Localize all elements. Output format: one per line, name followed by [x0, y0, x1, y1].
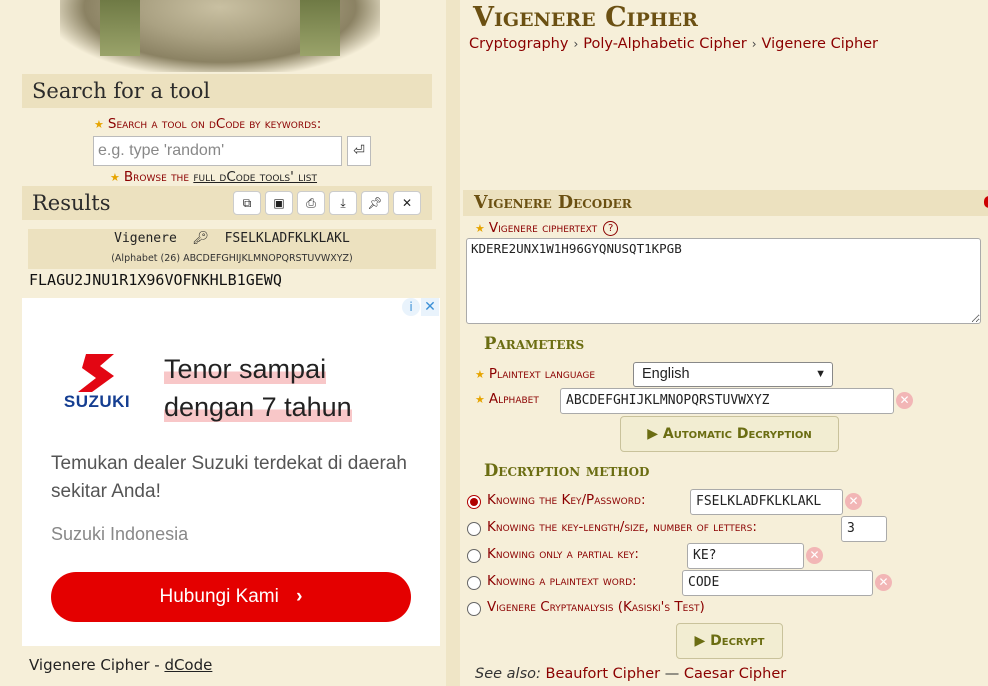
- print-icon[interactable]: ⎙: [297, 191, 325, 215]
- chevron-down-icon: ▼: [815, 368, 826, 380]
- language-select[interactable]: English ▼: [633, 362, 833, 387]
- ad-headline-line: Tenor sampai: [164, 354, 327, 384]
- ciphertext-label: ★ Vigenere ciphertext?: [475, 220, 619, 236]
- page-title: Vigenere Cipher: [473, 2, 698, 33]
- method-radio-key[interactable]: [467, 495, 481, 509]
- method-label-kasiski[interactable]: Vigenere Cryptanalysis (Kasiski's Test): [487, 599, 705, 615]
- method-radio-key-length[interactable]: [467, 522, 481, 536]
- result-alphabet: (Alphabet (26) ABCDEFGHIJKLMNOPQRSTUVWXY…: [111, 253, 353, 264]
- clear-icon[interactable]: ✕: [845, 493, 862, 510]
- play-icon: ▶: [694, 633, 711, 649]
- see-also: See also: Beaufort Cipher — Caesar Ciphe…: [475, 666, 786, 682]
- browse-tools-line: ★ Browse the full dCode tools' list: [110, 169, 317, 185]
- play-icon: ▶: [647, 426, 663, 442]
- dcode-logo-image[interactable]: [60, 0, 380, 72]
- clear-icon[interactable]: ✕: [896, 392, 913, 409]
- key-icon: 🔑︎: [184, 231, 217, 246]
- ad-headline-line: dengan 7 tahun: [164, 392, 352, 422]
- chevron-right-icon: ›: [296, 586, 303, 607]
- decryption-method-heading: Decryption method: [484, 461, 650, 480]
- enter-icon[interactable]: ⏎: [347, 136, 371, 166]
- ad-headline[interactable]: Tenor sampai dengan 7 tahun: [164, 350, 352, 426]
- search-input[interactable]: [93, 136, 342, 166]
- method-label-partial-key[interactable]: Knowing only a partial key:: [487, 546, 639, 562]
- key-input[interactable]: FSELKLADFKLKLAKL: [690, 489, 843, 515]
- logo-cylinder-band: [300, 0, 340, 56]
- ciphertext-label-text: Vigenere ciphertext: [488, 220, 598, 236]
- dcode-home-link[interactable]: dCode: [164, 656, 212, 674]
- browse-prefix: Browse the: [123, 169, 194, 185]
- result-key: FSELKLADFKLKLAKL: [224, 231, 350, 246]
- automatic-decryption-label: Automatic Decryption: [662, 426, 812, 442]
- decoder-header: Vigenere Decoder: [463, 190, 988, 216]
- clear-icon[interactable]: ✕: [875, 574, 892, 591]
- method-label-key[interactable]: Knowing the Key/Password:: [487, 492, 646, 508]
- breadcrumb-separator: ›: [751, 37, 757, 51]
- star-icon: ★: [475, 222, 485, 235]
- close-icon[interactable]: ✕: [421, 298, 439, 316]
- footer-title-text: Vigenere Cipher -: [29, 656, 165, 674]
- ad-brand: SUZUKI: [63, 392, 131, 411]
- beaufort-cipher-link[interactable]: Beaufort Cipher: [546, 666, 661, 682]
- alphabet-label-text: Alphabet: [488, 391, 539, 407]
- result-summary: Vigenere 🔑︎ FSELKLADFKLKLAKL: [28, 231, 436, 246]
- ciphertext-textarea[interactable]: KDERE2UNX1W1H96GYQNUSQT1KPGB: [466, 238, 981, 324]
- footer-title: Vigenere Cipher - dCode: [29, 656, 212, 674]
- method-radio-partial-key[interactable]: [467, 549, 481, 563]
- breadcrumb-item[interactable]: Poly-Alphabetic Cipher: [583, 36, 746, 52]
- method-radio-plaintext-word[interactable]: [467, 576, 481, 590]
- automatic-decryption-button[interactable]: ▶ Automatic Decryption: [620, 416, 839, 452]
- search-label: ★ Search a tool on dCode by keywords:: [94, 116, 321, 132]
- ad-cta-button[interactable]: Hubungi Kami ›: [51, 572, 411, 622]
- method-label-key-length[interactable]: Knowing the key-length/size, number of l…: [487, 519, 757, 535]
- plaintext-word-input[interactable]: CODE: [682, 570, 873, 596]
- download-icon[interactable]: ⤓: [329, 191, 357, 215]
- search-label-text: Search a tool on dCode by keywords:: [107, 116, 322, 132]
- key-length-input[interactable]: 3: [841, 516, 887, 542]
- ad-advertiser: Suzuki Indonesia: [51, 524, 189, 544]
- result-cipher-name: Vigenere: [114, 231, 177, 246]
- method-radio-kasiski[interactable]: [467, 602, 481, 616]
- pin-icon[interactable]: 📌︎: [361, 191, 389, 215]
- star-icon: ★: [94, 118, 104, 131]
- partial-key-input[interactable]: KE?: [687, 543, 804, 569]
- full-tools-list-link[interactable]: full dCode tools' list: [193, 169, 317, 185]
- close-icon[interactable]: ✕: [393, 191, 421, 215]
- language-selected: English: [642, 366, 690, 382]
- language-label: ★ Plaintext language: [475, 366, 595, 382]
- decrypt-label: Decrypt: [710, 633, 765, 649]
- see-also-separator: —: [660, 666, 684, 682]
- ad-cta-label: Hubungi Kami: [159, 586, 279, 607]
- help-icon[interactable]: ?: [603, 221, 619, 236]
- star-icon: ★: [475, 393, 485, 406]
- decrypt-button[interactable]: ▶ Decrypt: [676, 623, 783, 659]
- copy-icon[interactable]: ⧉: [233, 191, 261, 215]
- breadcrumb-separator: ›: [573, 37, 579, 51]
- result-output[interactable]: FLAGU2JNU1R1X96VOFNKHLB1GEWQ: [29, 271, 282, 289]
- column-divider: [446, 0, 460, 686]
- language-label-text: Plaintext language: [488, 366, 596, 382]
- decoder-title: Vigenere Decoder: [474, 193, 632, 213]
- breadcrumb: Cryptography › Poly-Alphabetic Cipher › Vige…: [469, 36, 878, 52]
- breadcrumb-item[interactable]: Vigenere Cipher: [762, 36, 878, 52]
- breadcrumb-item[interactable]: Cryptography: [469, 36, 568, 52]
- star-icon: ★: [475, 368, 485, 381]
- method-label-plaintext-word[interactable]: Knowing a plaintext word:: [487, 573, 637, 589]
- star-icon: ★: [110, 171, 120, 184]
- ad-body: Temukan dealer Suzuki terdekat di daerah…: [51, 453, 407, 502]
- search-heading: Search for a tool: [22, 74, 432, 108]
- logo-cylinder-band: [100, 0, 140, 56]
- clear-icon[interactable]: ✕: [806, 547, 823, 564]
- scroll-indicator: [984, 196, 988, 208]
- parameters-heading: Parameters: [484, 334, 585, 353]
- see-also-label: See also:: [475, 666, 541, 682]
- alphabet-input[interactable]: ABCDEFGHIJKLMNOPQRSTUVWXYZ: [560, 388, 894, 414]
- info-icon[interactable]: i: [402, 298, 420, 316]
- caesar-cipher-link[interactable]: Caesar Cipher: [684, 666, 786, 682]
- alphabet-label: ★ Alphabet: [475, 391, 539, 407]
- save-icon[interactable]: ▣: [265, 191, 293, 215]
